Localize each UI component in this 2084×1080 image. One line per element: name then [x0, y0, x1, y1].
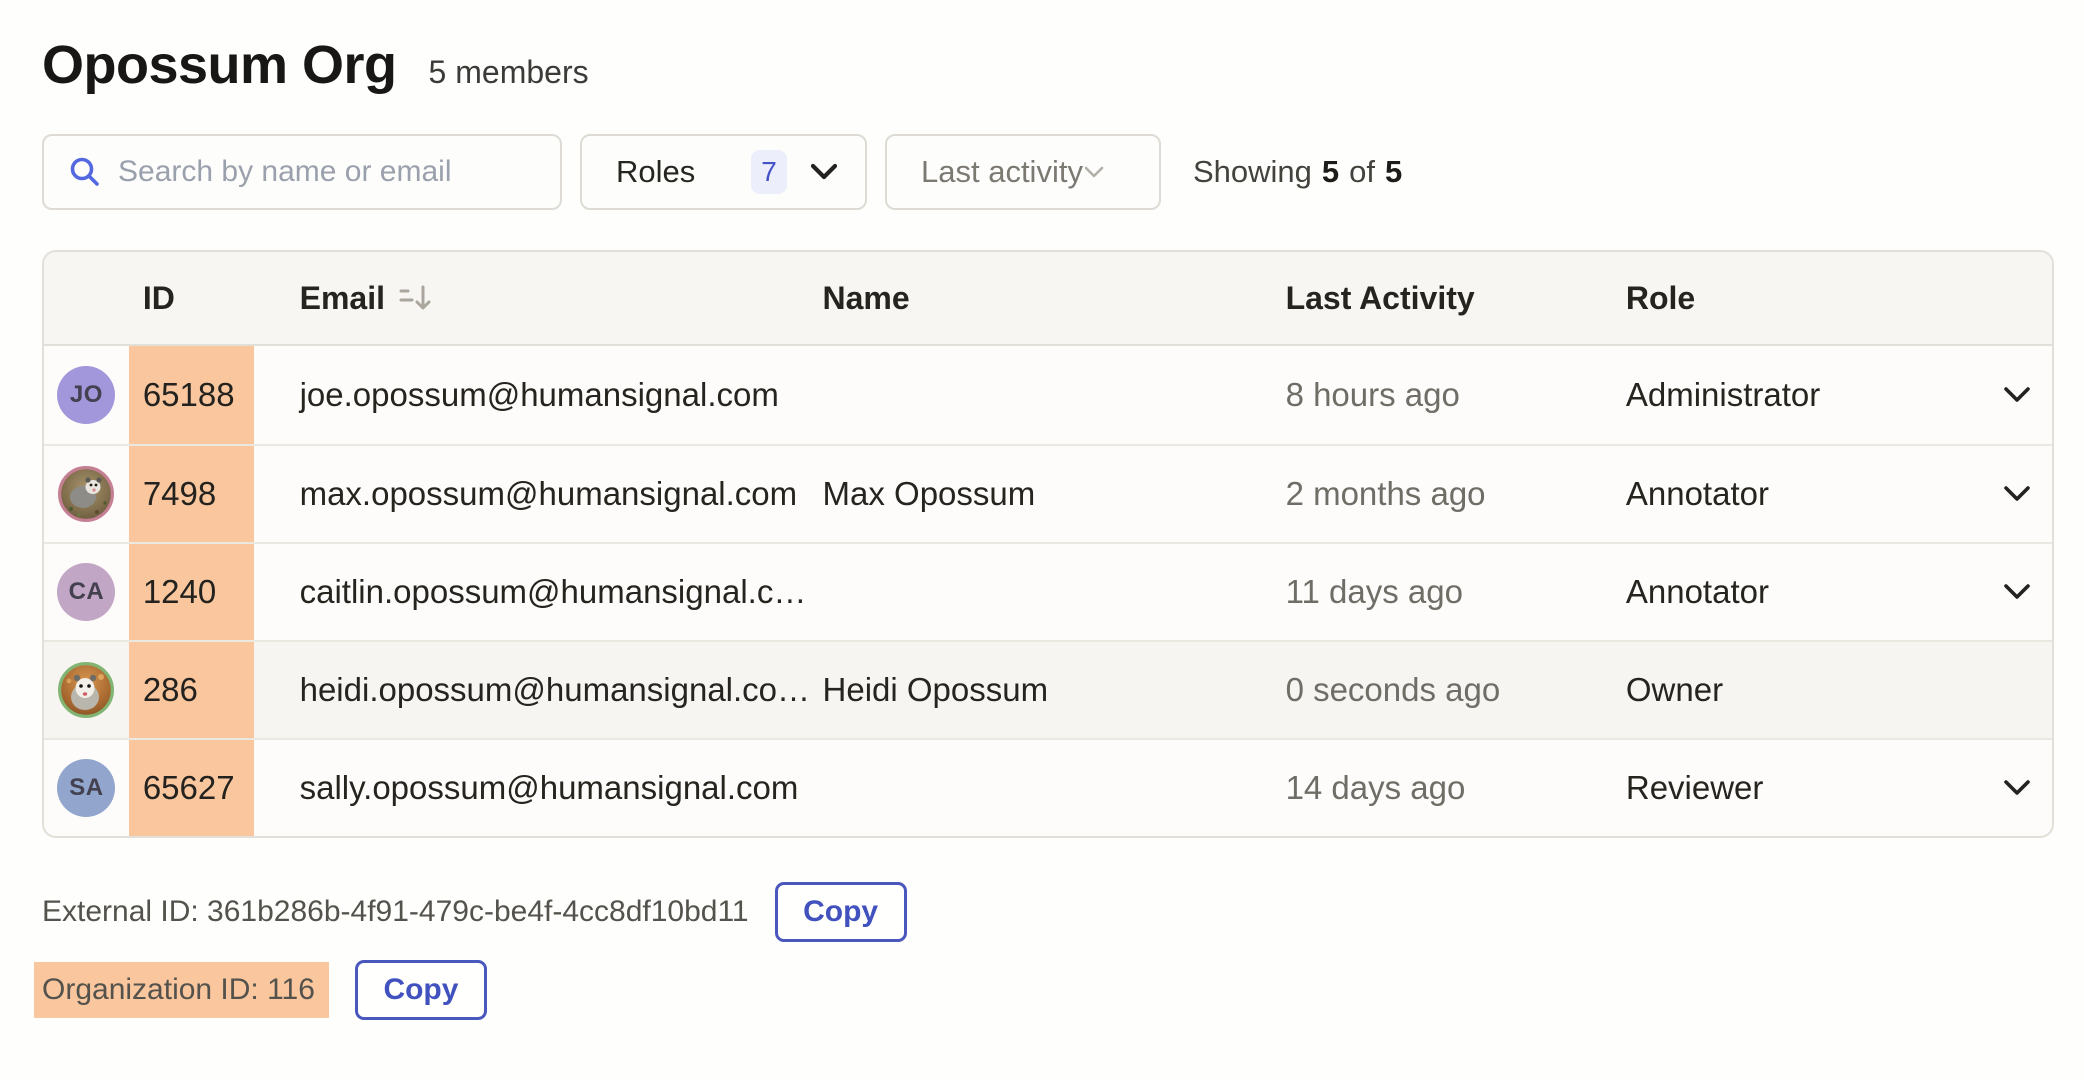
member-row[interactable]: 7498max.opossum@humansignal.comMax Oposs…: [44, 444, 2052, 542]
role-menu-cell: [1982, 642, 2052, 738]
showing-prefix: Showing: [1193, 154, 1312, 190]
avatar-photo-opossum: [57, 661, 115, 719]
role-menu-cell: [1982, 544, 2052, 640]
column-header-email[interactable]: Email: [254, 252, 823, 344]
role-dropdown-button[interactable]: [2002, 778, 2032, 798]
header-menu-spacer: [1982, 252, 2052, 344]
organization-page: Opossum Org 5 members Roles 7 Last ac: [0, 0, 2084, 1020]
role-menu-cell: [1982, 346, 2052, 444]
avatar-photo-opossum: [57, 465, 115, 523]
search-icon: [68, 155, 102, 189]
header-avatar-spacer: [44, 252, 129, 344]
member-email-cell: max.opossum@humansignal.com: [254, 446, 823, 542]
member-role-cell: Annotator: [1626, 544, 1982, 640]
copy-organization-id-button[interactable]: Copy: [355, 960, 487, 1020]
member-last-activity-cell: 14 days ago: [1286, 740, 1626, 836]
showing-visible-count: 5: [1322, 154, 1339, 190]
member-row[interactable]: CA1240caitlin.opossum@humansignal.c… 11 d…: [44, 542, 2052, 640]
column-header-email-label: Email: [300, 280, 385, 317]
last-activity-filter-label: Last activity: [921, 154, 1083, 190]
members-table: ID Email Name Last Activity Role JO65188…: [42, 250, 2054, 838]
member-row[interactable]: 286heidi.opossum@humansignal.co…Heidi Op…: [44, 640, 2052, 738]
role-menu-cell: [1982, 740, 2052, 836]
member-last-activity-cell: 8 hours ago: [1286, 346, 1626, 444]
avatar-cell: SA: [44, 740, 129, 836]
roles-count-badge: 7: [751, 150, 787, 194]
member-name-cell: [823, 346, 1286, 444]
org-ids-footer: External ID: 361b286b-4f91-479c-be4f-4cc…: [42, 882, 2084, 1020]
external-id-value: External ID: 361b286b-4f91-479c-be4f-4cc…: [42, 895, 749, 929]
avatar-initials: CA: [57, 563, 115, 621]
organization-id-line: Organization ID: 116 Copy: [34, 960, 2084, 1020]
chevron-down-icon: [1083, 165, 1105, 179]
copy-external-id-button[interactable]: Copy: [775, 882, 907, 942]
avatar-cell: [44, 446, 129, 542]
sort-descending-icon[interactable]: [399, 283, 433, 313]
avatar-cell: JO: [44, 346, 129, 444]
chevron-down-icon: [787, 162, 839, 182]
chevron-down-icon: [2002, 484, 2032, 504]
avatar-cell: [44, 642, 129, 738]
member-last-activity-cell: 2 months ago: [1286, 446, 1626, 542]
member-row[interactable]: SA65627sally.opossum@humansignal.com 14 d…: [44, 738, 2052, 836]
column-header-last-activity: Last Activity: [1286, 252, 1626, 344]
organization-id-value: Organization ID: 116: [34, 962, 329, 1018]
member-id-cell: 1240: [129, 544, 254, 640]
member-role-cell: Annotator: [1626, 446, 1982, 542]
search-input[interactable]: [118, 155, 536, 189]
member-role-cell: Reviewer: [1626, 740, 1982, 836]
column-header-name: Name: [823, 252, 1286, 344]
member-email-cell: heidi.opossum@humansignal.co…: [254, 642, 823, 738]
search-box[interactable]: [42, 134, 562, 210]
table-header-row: ID Email Name Last Activity Role: [44, 252, 2052, 346]
member-name-cell: Heidi Opossum: [823, 642, 1286, 738]
chevron-down-icon: [2002, 778, 2032, 798]
member-name-cell: [823, 740, 1286, 836]
member-role-cell: Owner: [1626, 642, 1982, 738]
chevron-down-icon: [2002, 582, 2032, 602]
member-id-cell: 7498: [129, 446, 254, 542]
member-role-cell: Administrator: [1626, 346, 1982, 444]
member-count: 5 members: [429, 54, 589, 91]
roles-filter-label: Roles: [616, 154, 695, 190]
member-email-cell: caitlin.opossum@humansignal.c…: [254, 544, 823, 640]
chevron-down-icon: [2002, 385, 2032, 405]
last-activity-filter[interactable]: Last activity: [885, 134, 1161, 210]
roles-filter[interactable]: Roles 7: [580, 134, 867, 210]
role-dropdown-button[interactable]: [2002, 385, 2032, 405]
page-title: Opossum Org: [42, 34, 397, 96]
member-name-cell: [823, 544, 1286, 640]
member-id-cell: 65627: [129, 740, 254, 836]
member-row[interactable]: JO65188joe.opossum@humansignal.com 8 hour…: [44, 346, 2052, 444]
member-id-cell: 65188: [129, 346, 254, 444]
showing-count: Showing 5 of 5: [1193, 154, 1402, 190]
avatar-initials: JO: [57, 366, 115, 424]
column-header-id: ID: [129, 252, 254, 344]
table-body: JO65188joe.opossum@humansignal.com 8 hour…: [44, 346, 2052, 836]
avatar-initials: SA: [57, 759, 115, 817]
role-menu-cell: [1982, 446, 2052, 542]
page-header: Opossum Org 5 members: [42, 34, 2084, 96]
member-last-activity-cell: 0 seconds ago: [1286, 642, 1626, 738]
column-header-role: Role: [1626, 252, 1982, 344]
member-email-cell: joe.opossum@humansignal.com: [254, 346, 823, 444]
external-id-line: External ID: 361b286b-4f91-479c-be4f-4cc…: [42, 882, 2084, 942]
member-last-activity-cell: 11 days ago: [1286, 544, 1626, 640]
role-dropdown-button[interactable]: [2002, 582, 2032, 602]
avatar-cell: CA: [44, 544, 129, 640]
member-name-cell: Max Opossum: [823, 446, 1286, 542]
role-dropdown-button[interactable]: [2002, 484, 2032, 504]
member-email-cell: sally.opossum@humansignal.com: [254, 740, 823, 836]
showing-of: of: [1349, 154, 1375, 190]
filter-toolbar: Roles 7 Last activity Showing 5 of 5: [42, 134, 2084, 210]
showing-total-count: 5: [1385, 154, 1402, 190]
member-id-cell: 286: [129, 642, 254, 738]
